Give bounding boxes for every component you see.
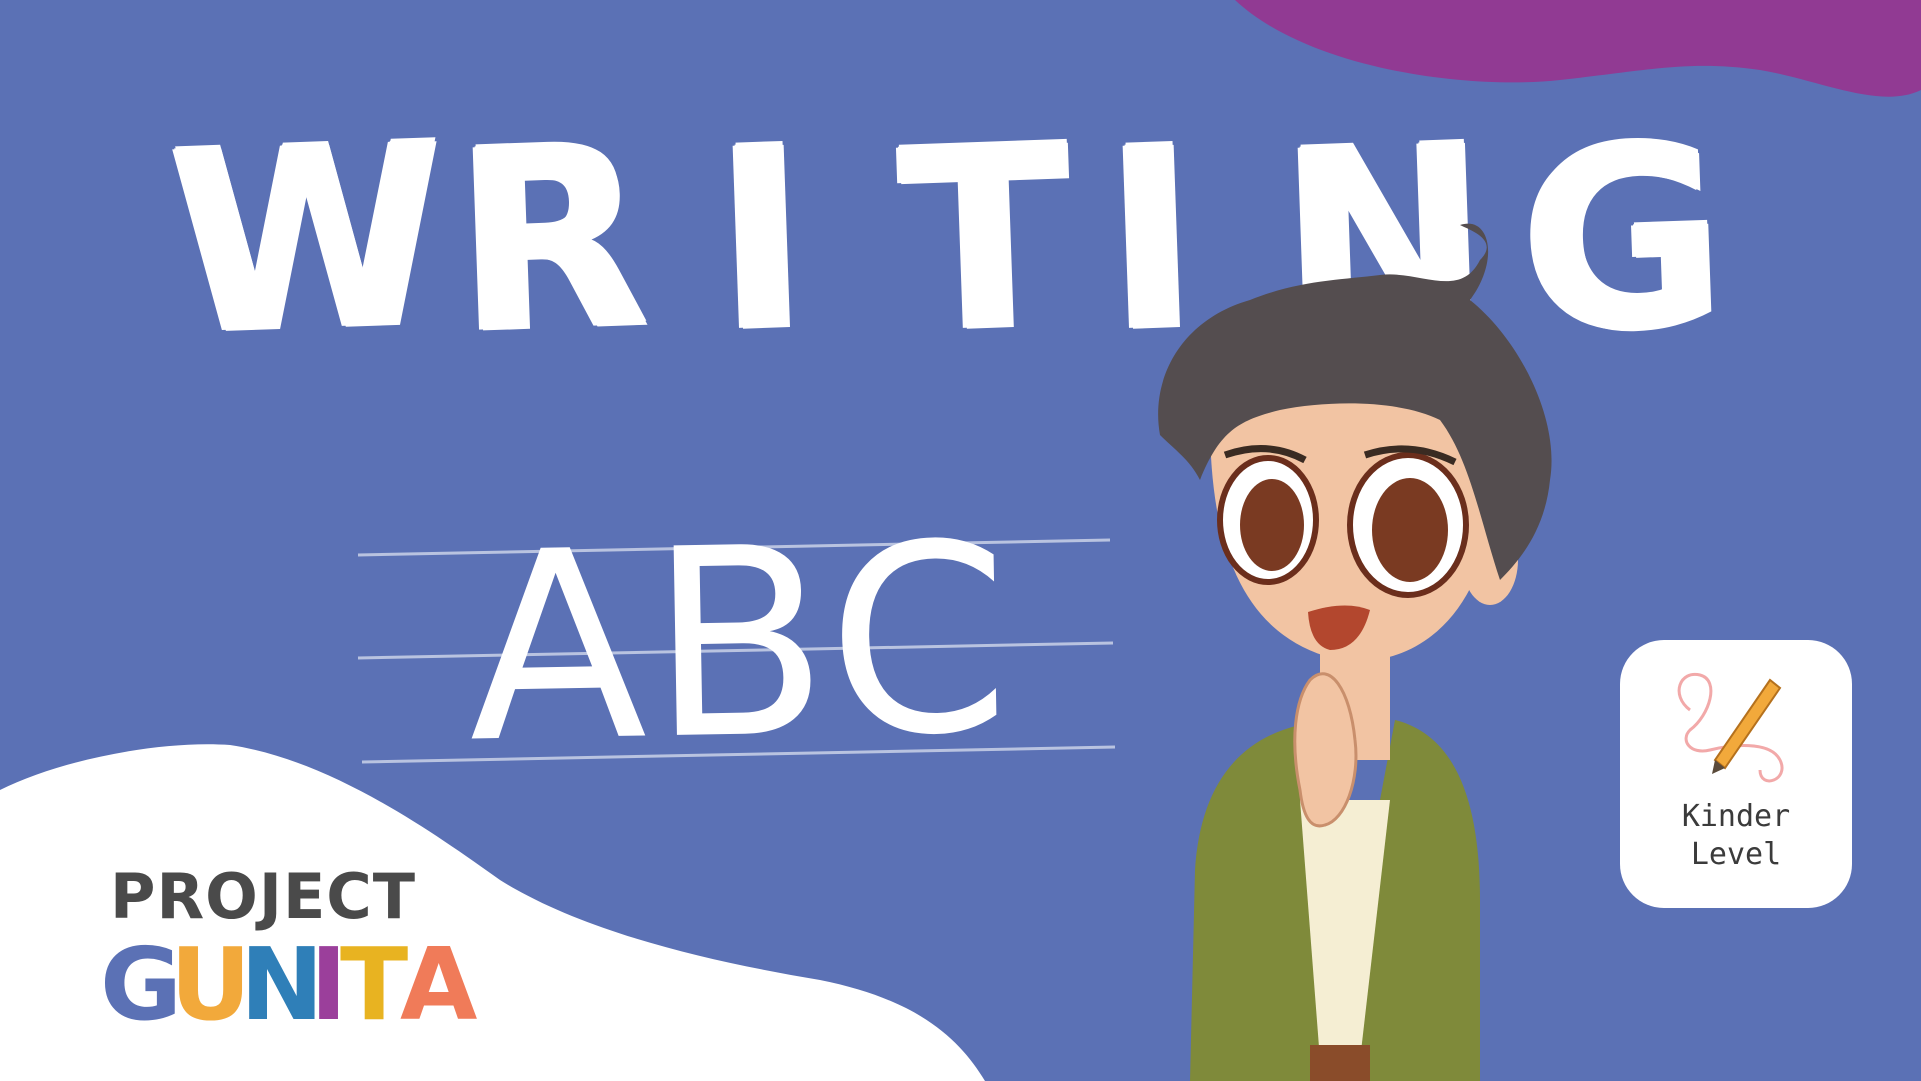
level-label-line2: Level xyxy=(1690,837,1782,872)
logo-letter: A xyxy=(400,926,478,1043)
pencil-scribble-icon xyxy=(1677,672,1784,783)
level-label: Kinder Level xyxy=(1620,798,1852,874)
belt xyxy=(1310,1045,1370,1081)
hands xyxy=(1293,672,1358,828)
level-label-line1: Kinder xyxy=(1681,799,1791,834)
project-gunita-logo: PROJECT G U N I T A xyxy=(70,860,477,1043)
level-badge: Kinder Level xyxy=(1620,640,1852,908)
logo-letter: T xyxy=(340,926,409,1043)
logo-word-project: PROJECT xyxy=(110,860,417,933)
